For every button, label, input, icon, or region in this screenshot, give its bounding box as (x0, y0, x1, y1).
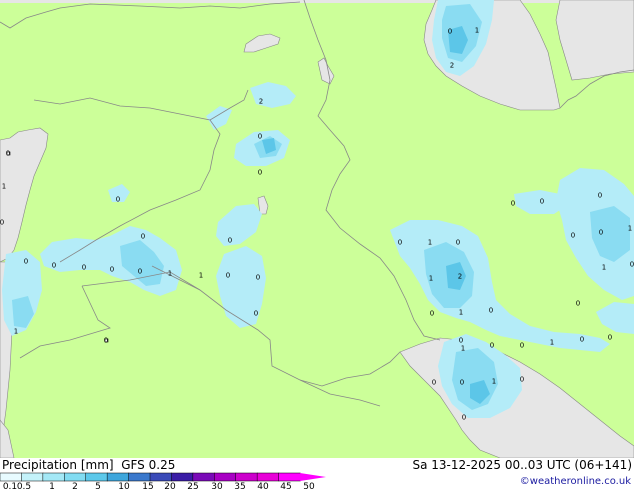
map-value: 0 (539, 197, 545, 206)
colorbar-label: 10 (118, 482, 130, 492)
colorbar-swatch (64, 472, 87, 482)
map-value: 0 (597, 191, 603, 200)
map-value: 0 (5, 149, 11, 158)
colorbar-swatch (21, 472, 44, 482)
map-value: 2 (457, 272, 463, 281)
map-value: 1 (1, 182, 7, 191)
colorbar-label: 0.1 (2, 482, 18, 492)
map-value: 0 (461, 413, 467, 422)
map-value: 1 (428, 274, 434, 283)
run-info: Sa 13-12-2025 00..03 UTC (06+141) (412, 458, 632, 472)
colorbar-swatch (149, 472, 172, 482)
map-value: 1 (549, 338, 555, 347)
map-value: 1 (167, 269, 173, 278)
colorbar-label: 35 (234, 482, 246, 492)
map-value: 0 (629, 260, 634, 269)
map-value: 0 (429, 309, 435, 318)
footer: Precipitation [mm] GFS 0.25 Sa 13-12-202… (0, 458, 634, 492)
map-value: 0 (447, 27, 453, 36)
colorbar-label: 25 (187, 482, 199, 492)
colorbar-swatch (256, 472, 280, 482)
map-value: 0 (109, 265, 115, 274)
map-area: 0 1 2 1 0 0 0 0 1 0 0 0 0 0 0 0 1 0 1 0 … (0, 0, 634, 458)
map-value: 0 (570, 231, 576, 240)
colorbar-swatch (192, 472, 215, 482)
map-value: 0 (489, 341, 495, 350)
colorbar-label: 45 (280, 482, 292, 492)
map-value: 0 (23, 257, 29, 266)
map-value: 0 (257, 168, 263, 177)
colorbar-label: 15 (142, 482, 154, 492)
colorbar-swatch (0, 472, 22, 482)
map-value: 0 (488, 306, 494, 315)
map-value: 1 (427, 238, 433, 247)
credit-link[interactable]: ©weatheronline.co.uk (520, 476, 631, 487)
map-value: 0 (225, 271, 231, 280)
map-value: 0 (575, 299, 581, 308)
map-value: 0 (607, 333, 613, 342)
map-value: 0 (519, 341, 525, 350)
precip-colorbar (0, 472, 326, 482)
map-value: 1 (474, 26, 480, 35)
colorbar-swatch (278, 472, 301, 482)
map-value: 0 (255, 273, 261, 282)
map-value: 0 (115, 195, 121, 204)
map-value: 0 (459, 378, 465, 387)
map-value: 2 (258, 97, 264, 106)
map-value: 1 (458, 308, 464, 317)
map-value: 0 (458, 336, 464, 345)
map-value: 0 (510, 199, 516, 208)
colorbar-swatch (85, 472, 108, 482)
sea-top-edge (0, 0, 634, 3)
map-value: 0 (598, 228, 604, 237)
colorbar-swatch (214, 472, 237, 482)
colorbar-swatch (128, 472, 151, 482)
colorbar-label: 20 (164, 482, 176, 492)
map-value: 0 (103, 336, 109, 345)
map-value: 0 (51, 261, 57, 270)
colorbar-label: 30 (211, 482, 223, 492)
map-value: 0 (397, 238, 403, 247)
colorbar-arrow (300, 473, 326, 481)
map-value: 1 (491, 377, 497, 386)
colorbar-swatch (106, 472, 130, 482)
map-value: 0 (0, 218, 5, 227)
map-value: 1 (460, 344, 466, 353)
map-value: 0 (257, 132, 263, 141)
colorbar-label: 1 (49, 482, 55, 492)
map-canvas (0, 0, 634, 458)
colorbar-label: 2 (72, 482, 78, 492)
colorbar-label: 50 (303, 482, 315, 492)
map-value: 0 (579, 335, 585, 344)
colorbar-swatch (42, 472, 65, 482)
map-value: 0 (227, 236, 233, 245)
colorbar-swatch (235, 472, 258, 482)
colorbar-label: 5 (95, 482, 101, 492)
map-value: 0 (81, 263, 87, 272)
map-value: 0 (253, 309, 259, 318)
map-value: 0 (519, 375, 525, 384)
map-value: 1 (198, 271, 204, 280)
map-value: 1 (13, 327, 19, 336)
map-value: 0 (137, 267, 143, 276)
map-value: 2 (449, 61, 455, 70)
colorbar-label: 0.5 (16, 482, 32, 492)
map-value: 0 (431, 378, 437, 387)
colorbar-label: 40 (257, 482, 269, 492)
map-value: 1 (627, 224, 633, 233)
map-value: 0 (140, 232, 146, 241)
product-title: Precipitation [mm] GFS 0.25 (2, 458, 176, 472)
colorbar-swatch (171, 472, 194, 482)
map-value: 1 (601, 263, 607, 272)
map-value: 0 (455, 238, 461, 247)
